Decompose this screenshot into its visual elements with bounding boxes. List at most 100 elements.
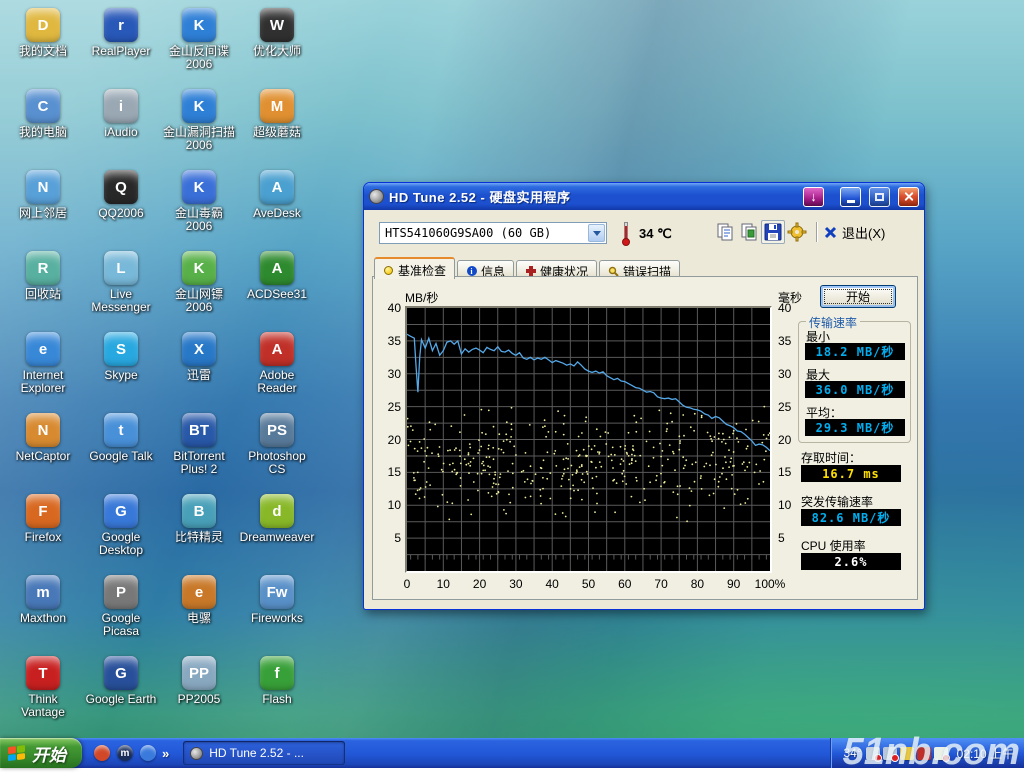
burst-rate-label: 突发传输速率 xyxy=(801,493,873,510)
window-titlebar[interactable]: HD Tune 2.52 - 硬盘实用程序 ↓ xyxy=(364,183,924,210)
maxthon-icon[interactable]: m xyxy=(117,745,133,761)
bitspirit-icon: B xyxy=(182,494,216,528)
desktop-icon-my-computer[interactable]: C我的电脑 xyxy=(5,83,81,164)
kingsoft-vulnerability-scan-2006-icon: K xyxy=(182,89,216,123)
benchmark-chart xyxy=(405,306,772,573)
desktop-icon-google-earth[interactable]: GGoogle Earth xyxy=(83,650,159,731)
desktop-icon-google-talk[interactable]: tGoogle Talk xyxy=(83,407,159,488)
desktop-icon-kingsoft-vulnerability-scan-2006[interactable]: K金山漏洞扫描 2006 xyxy=(161,83,237,164)
mail-icon[interactable] xyxy=(140,745,156,761)
desktop-icon-firefox[interactable]: FFirefox xyxy=(5,488,81,569)
desktop-icon-label: Think Vantage xyxy=(21,693,65,719)
drive-select[interactable]: HTS541060G9SA00 (60 GB) xyxy=(379,222,607,244)
disabled-device-icon[interactable] xyxy=(883,747,897,760)
desktop-icon-internet-explorer[interactable]: eInternet Explorer xyxy=(5,326,81,407)
desktop-icon-iaudio[interactable]: i iAudio xyxy=(83,83,159,164)
taskbar-button-hdtune[interactable]: HD Tune 2.52 - ... xyxy=(183,741,345,765)
google-desktop-icon: G xyxy=(104,494,138,528)
desktop-icon-youhua-dashi[interactable]: W优化大师 xyxy=(239,2,315,83)
desktop-icon-label: Flash xyxy=(262,693,291,706)
close-button[interactable] xyxy=(898,187,919,207)
desktop-icon-network-places[interactable]: N网上邻居 xyxy=(5,164,81,245)
y-right-tick: 25 xyxy=(778,400,808,414)
desktop-icon-photoshop-cs[interactable]: PSPhotoshop CS xyxy=(239,407,315,488)
drive-select-dropdown-button[interactable] xyxy=(588,224,605,242)
desktop-icon-kingsoft-duba-2006[interactable]: K金山毒霸 2006 xyxy=(161,164,237,245)
download-arrow-button[interactable]: ↓ xyxy=(803,187,824,207)
desktop-icon-bittorrent-plus-2[interactable]: BTBitTorrent Plus! 2 xyxy=(161,407,237,488)
window-title: HD Tune 2.52 - 硬盘实用程序 xyxy=(389,187,795,206)
maximize-button[interactable] xyxy=(869,187,890,207)
iaudio-icon: i xyxy=(104,89,138,123)
desktop-icon-my-documents[interactable]: D我的文档 xyxy=(5,2,81,83)
minimize-button[interactable] xyxy=(840,187,861,207)
desktop-icon-label: 我的电脑 xyxy=(19,126,67,139)
quick-launch-overflow-chevron[interactable]: » xyxy=(162,746,169,761)
desktop-icon-pp2005[interactable]: PPPP2005 xyxy=(161,650,237,731)
desktop-icon-dreamweaver[interactable]: dDreamweaver xyxy=(239,488,315,569)
copy-image-icon[interactable] xyxy=(737,220,761,244)
desktop-icon-live-messenger[interactable]: L Live Messenger xyxy=(83,245,159,326)
muted-speaker-icon[interactable] xyxy=(866,747,880,760)
burst-rate-lcd: 82.6 MB/秒 xyxy=(801,509,901,526)
desktop-icon-skype[interactable]: SSkype xyxy=(83,326,159,407)
tab-benchmark[interactable]: 基准检查 xyxy=(374,257,455,279)
desktop-icon-thunder-xunlei[interactable]: X迅雷 xyxy=(161,326,237,407)
desktop-icon-acdsee31[interactable]: AACDSee31 xyxy=(239,245,315,326)
network-status-icon[interactable] xyxy=(934,747,948,760)
exit-button[interactable]: 退出(X) xyxy=(824,223,885,242)
desktop-icon-flash[interactable]: fFlash xyxy=(239,650,315,731)
y-left-tick: 15 xyxy=(377,465,401,479)
desktop-icon-label: 迅雷 xyxy=(187,369,211,382)
desktop-icon-fireworks[interactable]: FwFireworks xyxy=(239,569,315,650)
windows-flag-icon xyxy=(8,744,26,761)
chevron-down-icon xyxy=(593,231,601,236)
x-axis-tick: 10 xyxy=(437,577,450,591)
desktop-icon-label: RealPlayer xyxy=(92,45,151,58)
start-button[interactable]: 开始 xyxy=(0,738,82,768)
x-axis-tick: 50 xyxy=(582,577,595,591)
desktop-icon-maxthon[interactable]: mMaxthon xyxy=(5,569,81,650)
kingsoft-shield-icon[interactable] xyxy=(917,747,931,760)
desktop-icon-label: Fireworks xyxy=(251,612,303,625)
x-axis-tick: 70 xyxy=(654,577,667,591)
desktop-icon-kingsoft-netguard-2006[interactable]: K金山网镖 2006 xyxy=(161,245,237,326)
think-vantage-icon: T xyxy=(26,656,60,690)
y-right-tick: 40 xyxy=(778,301,808,315)
save-icon[interactable] xyxy=(761,220,785,244)
y-left-axis-title: MB/秒 xyxy=(405,289,438,306)
desktop-icon-google-desktop[interactable]: GGoogle Desktop xyxy=(83,488,159,569)
desktop-icon-recycle-bin[interactable]: R回收站 xyxy=(5,245,81,326)
desktop-icon-super-mushroom[interactable]: M超级蘑菇 xyxy=(239,83,315,164)
kingsoft-antispyware-2006-icon: K xyxy=(182,8,216,42)
desktop-icon-label: Live Messenger xyxy=(91,288,150,314)
kingsoft-netguard-2006-icon: K xyxy=(182,251,216,285)
desktop-icon-adobe-reader[interactable]: AAdobe Reader xyxy=(239,326,315,407)
system-tray: 34° 02:10 上午 xyxy=(830,738,1024,768)
thermometer-icon xyxy=(621,222,631,246)
x-axis-tick: 80 xyxy=(691,577,704,591)
desktop-icon-label: iAudio xyxy=(104,126,137,139)
options-icon[interactable] xyxy=(785,220,809,244)
y-right-tick: 10 xyxy=(778,498,808,512)
start-benchmark-button[interactable]: 开始 xyxy=(820,285,896,308)
kingsoft-duba-2006-icon: K xyxy=(182,170,216,204)
desktop-icon-realplayer[interactable]: rRealPlayer xyxy=(83,2,159,83)
browser-orb-icon[interactable] xyxy=(94,745,110,761)
desktop-icon-google-picasa[interactable]: PGoogle Picasa xyxy=(83,569,159,650)
messenger-icon[interactable] xyxy=(900,747,914,760)
internet-explorer-icon: e xyxy=(26,332,60,366)
desktop-icon-emule[interactable]: e电骡 xyxy=(161,569,237,650)
y-left-tick: 40 xyxy=(377,301,401,315)
live-messenger-icon: L xyxy=(104,251,138,285)
copy-text-icon[interactable] xyxy=(713,220,737,244)
desktop-icon-bitspirit[interactable]: B比特精灵 xyxy=(161,488,237,569)
maxthon-icon: m xyxy=(26,575,60,609)
desktop-icon-qq2006[interactable]: QQQ2006 xyxy=(83,164,159,245)
y-left-tick: 35 xyxy=(377,334,401,348)
desktop-icon-avedesk[interactable]: AAveDesk xyxy=(239,164,315,245)
desktop-icon-kingsoft-antispyware-2006[interactable]: K金山反间谍 2006 xyxy=(161,2,237,83)
desktop-icon-think-vantage[interactable]: T Think Vantage xyxy=(5,650,81,731)
desktop-icon-netcaptor[interactable]: NNetCaptor xyxy=(5,407,81,488)
y-left-tick: 5 xyxy=(377,531,401,545)
